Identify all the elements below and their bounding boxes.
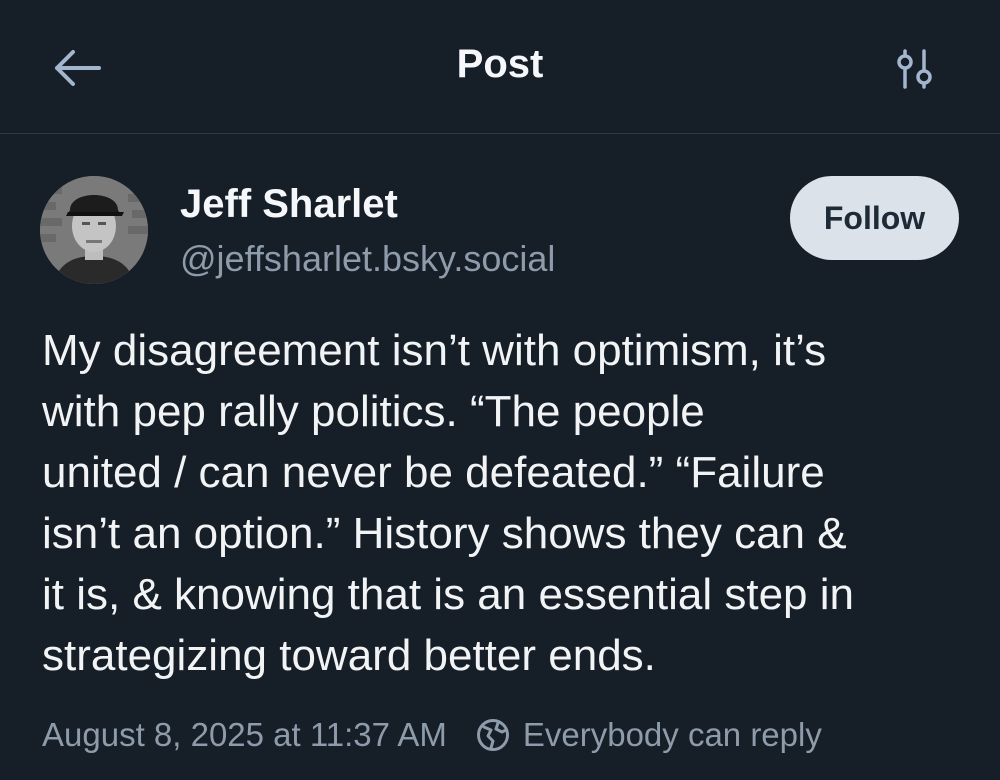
follow-button[interactable]: Follow xyxy=(790,176,959,260)
avatar[interactable] xyxy=(40,176,148,284)
post-timestamp: August 8, 2025 at 11:37 AM xyxy=(42,716,447,753)
post-text-line: with pep rally politics. “The people xyxy=(42,387,705,436)
author-name[interactable]: Jeff Sharlet xyxy=(180,182,398,227)
top-bar: Post xyxy=(0,0,1000,134)
post-text-line: strategizing toward better ends. xyxy=(42,631,656,680)
sliders-icon xyxy=(897,49,932,89)
author-handle[interactable]: @jeffsharlet.bsky.social xyxy=(180,238,555,280)
arrow-left-icon xyxy=(55,50,101,86)
post-text: My disagreement isn’t with optimism, it’… xyxy=(42,320,972,686)
post-text-line: isn’t an option.” History shows they can… xyxy=(42,509,847,558)
thread-settings-button[interactable] xyxy=(888,44,942,94)
author-photo xyxy=(40,176,148,284)
back-button[interactable] xyxy=(50,46,104,90)
page-title: Post xyxy=(456,42,544,86)
reply-setting-label: Everybody can reply xyxy=(522,716,822,753)
post-text-line: it is, & knowing that is an essential st… xyxy=(42,570,854,619)
globe-icon xyxy=(476,719,509,751)
post-text-line: united / can never be defeated.” “Failur… xyxy=(42,448,825,497)
reply-setting-button[interactable]: Everybody can reply xyxy=(475,716,822,754)
post-text-line: My disagreement isn’t with optimism, it’… xyxy=(42,326,827,375)
post-meta: August 8, 2025 at 11:37 AM Everybody can… xyxy=(42,712,822,758)
